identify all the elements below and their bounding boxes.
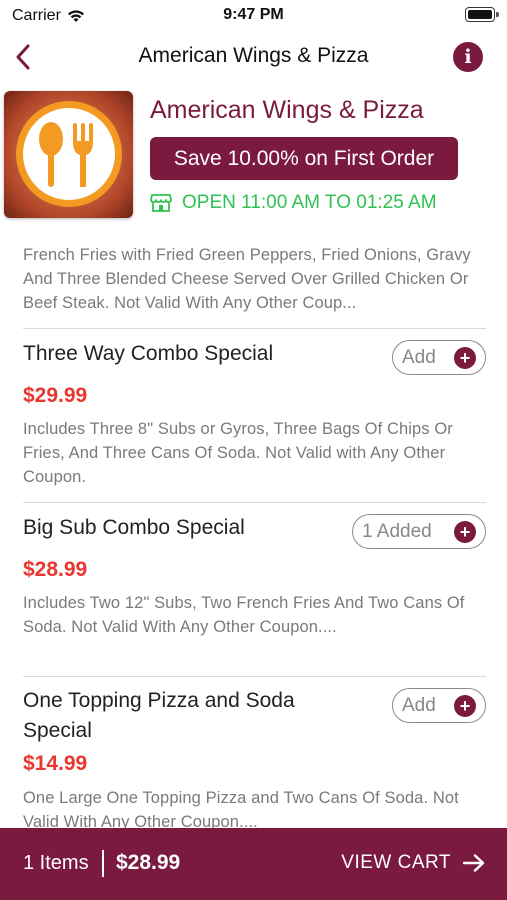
divider [102, 850, 104, 877]
item-price: $29.99 [23, 384, 88, 407]
item-description-partial: French Fries with Fried Green Peppers, F… [23, 246, 471, 312]
plus-icon: + [454, 346, 476, 369]
added-button-label: 1 Added [362, 520, 432, 542]
item-description: Includes Three 8" Subs or Gyros, Three B… [23, 420, 453, 486]
hours-label: OPEN 11:00 AM TO 01:25 AM [182, 192, 437, 213]
add-button[interactable]: Add + [392, 340, 486, 375]
info-icon[interactable]: i [453, 42, 483, 72]
divider [23, 328, 486, 329]
view-cart-button[interactable]: VIEW CART [341, 852, 485, 874]
info-glyph: i [464, 46, 472, 68]
plus-icon: + [454, 520, 476, 543]
item-description: Includes Two 12" Subs, Two French Fries … [23, 594, 465, 636]
store-icon [150, 194, 172, 212]
divider [23, 676, 486, 677]
view-cart-label: VIEW CART [341, 852, 451, 873]
item-title[interactable]: One Topping Pizza and Soda Special [23, 686, 337, 746]
clock: 9:47 PM [223, 6, 284, 23]
item-price: $14.99 [23, 752, 88, 775]
restaurant-name: American Wings & Pizza [150, 96, 424, 124]
status-bar: Carrier 9:47 PM [0, 0, 507, 32]
add-button-label: Add [402, 694, 436, 716]
add-button[interactable]: Add + [392, 688, 486, 723]
opening-hours: OPEN 11:00 AM TO 01:25 AM [150, 192, 437, 214]
item-title[interactable]: Three Way Combo Special [23, 339, 317, 369]
promo-badge: Save 10.00% on First Order [150, 137, 458, 180]
added-button[interactable]: 1 Added + [352, 514, 486, 549]
navigation-bar: American Wings & Pizza i [0, 32, 507, 84]
item-title[interactable]: Big Sub Combo Special [23, 513, 317, 543]
add-button-label: Add [402, 346, 436, 368]
menu-list[interactable]: French Fries with Fried Green Peppers, F… [0, 240, 507, 828]
restaurant-logo [4, 91, 133, 218]
cart-total: $28.99 [116, 851, 181, 874]
utensils-icon [16, 101, 122, 207]
item-price: $28.99 [23, 558, 88, 581]
divider [23, 502, 486, 503]
cart-bar[interactable]: 1 Items $28.99 VIEW CART [0, 828, 507, 900]
back-button[interactable] [6, 40, 40, 74]
plus-icon: + [454, 694, 476, 717]
battery-icon [465, 7, 499, 22]
back-chevron-icon [16, 44, 30, 70]
page-title: American Wings & Pizza [138, 44, 369, 67]
item-description: One Large One Topping Pizza and Two Cans… [23, 789, 459, 828]
arrow-right-icon [463, 854, 485, 872]
restaurant-header: American Wings & Pizza Save 10.00% on Fi… [0, 88, 507, 238]
cart-item-count: 1 Items [23, 852, 89, 874]
